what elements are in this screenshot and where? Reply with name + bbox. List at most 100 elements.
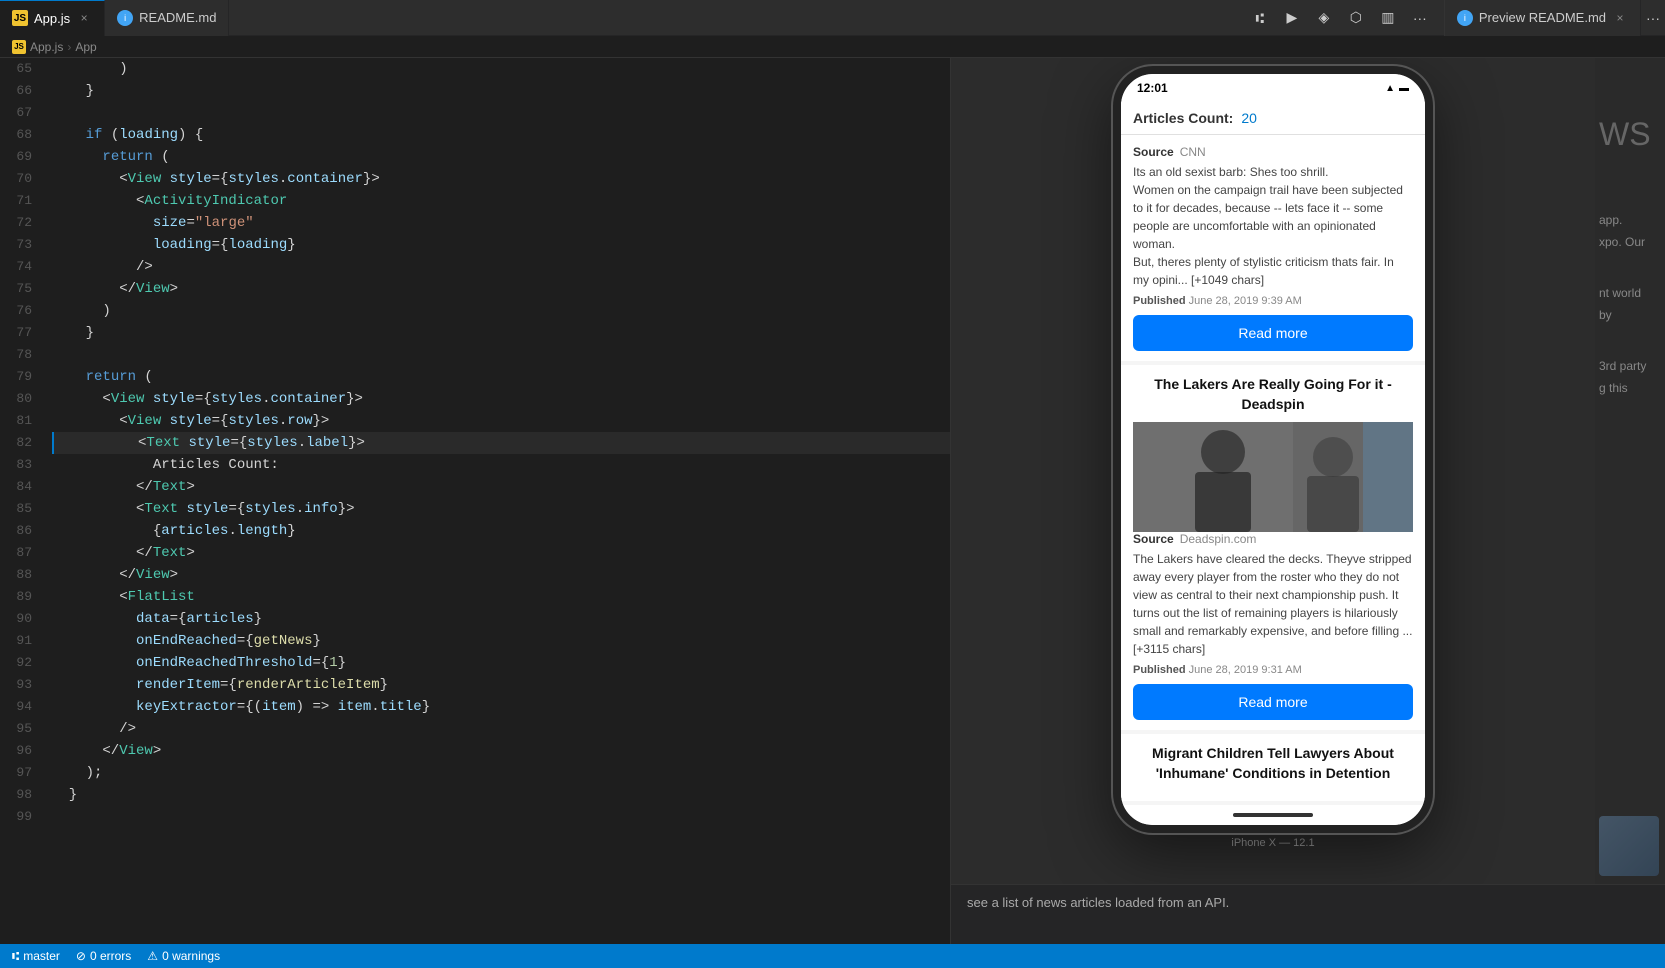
overlay-text-lines: app. xpo. Our nt world by 3rd party g th… [1599,210,1661,400]
code-line-85: <Text style={styles.info}> [52,498,950,520]
article-1-published-label: Published [1133,295,1186,307]
code-content[interactable]: ) } if (loading) { return ( <View style=… [48,58,950,944]
articles-count-value: 20 [1241,110,1257,126]
article-2-title: The Lakers Are Really Going For it - Dea… [1133,375,1413,414]
article-1-text: Its an old sexist barb: Shes too shrill.… [1133,163,1413,289]
article-1-published: Published June 28, 2019 9:39 AM [1133,295,1413,307]
tab-preview-close[interactable]: × [1612,10,1628,26]
code-line-82: <Text style={styles.label}> [52,432,950,454]
article-1-read-more[interactable]: Read more [1133,315,1413,351]
breadcrumb-js-icon: JS [12,40,26,54]
source-control-icon[interactable]: ⑆ [1248,6,1272,30]
code-line-66: } [52,80,950,102]
code-line-88: </View> [52,564,950,586]
preview-more-icon[interactable]: ··· [1641,6,1665,30]
tab-readme[interactable]: i README.md [105,0,229,36]
code-line-95: /> [52,718,950,740]
article-card-3: Migrant Children Tell Lawyers About 'Inh… [1121,734,1425,801]
code-line-94: keyExtractor={(item) => item.title} [52,696,950,718]
article-2-read-more[interactable]: Read more [1133,684,1413,720]
article-2-published-date: June 28, 2019 9:31 AM [1189,664,1302,676]
article-2-published-label: Published [1133,664,1186,676]
article-2-source-label: Source [1133,532,1174,546]
code-line-81: <View style={styles.row}> [52,410,950,432]
code-line-68: if (loading) { [52,124,950,146]
code-line-76: ) [52,300,950,322]
article-card-2: The Lakers Are Really Going For it - Dea… [1121,365,1425,730]
article-2-source-row: Source Deadspin.com [1133,532,1413,546]
article-1-published-date: June 28, 2019 9:39 AM [1189,295,1302,307]
tab-preview[interactable]: i Preview README.md × [1444,0,1641,36]
phone-content[interactable]: Articles Count: 20 Source CNN Its an old… [1121,102,1425,805]
code-line-97: ); [52,762,950,784]
breadcrumb-separator: › [67,40,71,54]
code-line-99 [52,806,950,828]
right-overlay-panel: WS app. xpo. Our nt world by 3rd party g… [1595,58,1665,884]
code-line-67 [52,102,950,124]
tab-readme-label: README.md [139,10,216,25]
phone-status-icons: ▲ ▬ [1385,83,1409,94]
code-line-86: {articles.length} [52,520,950,542]
code-line-75: </View> [52,278,950,300]
article-2-image-svg [1133,422,1413,532]
overlay-image [1599,816,1659,876]
overlay-line-6: g this [1599,378,1661,400]
code-line-73: loading={loading} [52,234,950,256]
code-line-92: onEndReachedThreshold={1} [52,652,950,674]
code-line-71: <ActivityIndicator [52,190,950,212]
wifi-icon: ▲ [1385,83,1395,94]
phone-device-label: iPhone X — 12.1 [1227,833,1318,853]
tab-preview-label: Preview README.md [1479,10,1606,25]
errors-indicator[interactable]: ⊘ 0 errors [76,949,131,963]
overlay-ws: WS [1599,118,1661,150]
article-2-published: Published June 28, 2019 9:31 AM [1133,664,1413,676]
preview-md-icon: i [1457,10,1473,26]
md-icon: i [117,10,133,26]
breadcrumb-file[interactable]: App.js [30,40,63,54]
phone-frame: 12:01 ▲ ▬ Articles Count: 20 [1113,66,1433,833]
warnings-indicator[interactable]: ⚠ 0 warnings [147,949,220,963]
tab-bar: JS App.js × i README.md ⑆ ▶ ◈ ⬡ ▥ ··· i … [0,0,1665,36]
code-editor[interactable]: 6566676869 7071727374 7576777879 8081828… [0,58,950,944]
article-1-source: CNN [1180,145,1206,159]
code-line-93: renderItem={renderArticleItem} [52,674,950,696]
preview-panel: 12:01 ▲ ▬ Articles Count: 20 [950,58,1665,944]
code-line-98: } [52,784,950,806]
git-icon: ⑆ [12,949,19,963]
bottom-desc-text: see a list of news articles loaded from … [967,895,1229,910]
code-line-65: ) [52,58,950,80]
code-line-78 [52,344,950,366]
code-line-74: /> [52,256,950,278]
code-line-72: size="large" [52,212,950,234]
overlay-line-1: app. [1599,210,1661,232]
phone-time: 12:01 [1137,81,1168,95]
git-branch-name: master [23,949,60,963]
breadcrumb: JS App.js › App [0,36,1665,58]
code-line-80: <View style={styles.container}> [52,388,950,410]
bottom-description: see a list of news articles loaded from … [951,884,1665,944]
article-2-source: Deadspin.com [1180,532,1257,546]
tab-appjs[interactable]: JS App.js × [0,0,105,36]
layout-icon[interactable]: ▥ [1376,6,1400,30]
debug-icon[interactable]: ◈ [1312,6,1336,30]
tab-appjs-close[interactable]: × [76,10,92,26]
warning-icon: ⚠ [147,949,158,963]
breadcrumb-symbol[interactable]: App [75,40,96,54]
extensions-icon[interactable]: ⬡ [1344,6,1368,30]
git-branch[interactable]: ⑆ master [12,949,60,963]
overlay-line-2: xpo. Our [1599,232,1661,254]
code-line-89: <FlatList [52,586,950,608]
code-line-69: return ( [52,146,950,168]
code-line-84: </Text> [52,476,950,498]
line-numbers: 6566676869 7071727374 7576777879 8081828… [0,58,48,944]
bottom-bar: ⑆ master ⊘ 0 errors ⚠ 0 warnings [0,944,1665,968]
code-line-70: <View style={styles.container}> [52,168,950,190]
warnings-text: 0 warnings [162,949,220,963]
code-line-77: } [52,322,950,344]
phone-home-indicator [1121,805,1425,825]
article-card-1: Source CNN Its an old sexist barb: Shes … [1121,135,1425,361]
code-line-90: data={articles} [52,608,950,630]
app-header: Articles Count: 20 [1121,102,1425,135]
more-icon[interactable]: ··· [1408,6,1432,30]
run-icon[interactable]: ▶ [1280,6,1304,30]
